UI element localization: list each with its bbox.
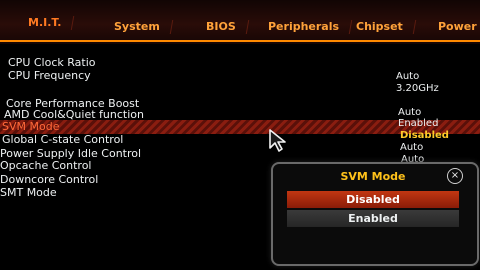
pointer-arrow-icon	[269, 129, 286, 152]
tab-bios[interactable]: BIOS	[194, 14, 248, 40]
popup-title: SVM Mode	[340, 170, 406, 183]
svm-mode-popup: SVM Mode × Disabled Enabled	[271, 162, 479, 266]
setting-smt-mode[interactable]: SMT Mode	[0, 186, 57, 199]
setting-label: Global C-state Control	[2, 133, 124, 146]
tab-system[interactable]: System	[102, 14, 172, 40]
setting-opcache-control[interactable]: Opcache Control	[0, 159, 91, 172]
setting-downcore-control[interactable]: Downcore Control	[0, 173, 98, 186]
setting-label: SMT Mode	[0, 186, 57, 199]
close-icon[interactable]: ×	[447, 168, 463, 184]
setting-cpu-clock-ratio[interactable]: CPU Clock Ratio	[8, 56, 95, 69]
tab-chipset[interactable]: Chipset	[344, 14, 415, 40]
option-disabled[interactable]: Disabled	[287, 191, 459, 208]
setting-label: SVM Mode	[2, 120, 60, 133]
option-enabled[interactable]: Enabled	[287, 210, 459, 227]
setting-label: CPU Frequency	[8, 69, 91, 82]
setting-label: Downcore Control	[0, 173, 99, 186]
cpu-frequency-readout: 3.20GHz	[396, 83, 439, 94]
tab-peripherals[interactable]: Peripherals	[256, 14, 352, 40]
setting-label: CPU Clock Ratio	[8, 56, 96, 69]
setting-label: Opcache Control	[0, 159, 92, 172]
tab-mit[interactable]: M.I.T.	[16, 10, 74, 36]
top-tab-bar: M.I.T. System BIOS Peripherals Chipset P…	[0, 0, 480, 44]
tab-power[interactable]: Power	[426, 14, 480, 40]
setting-cpu-frequency[interactable]: CPU Frequency	[8, 69, 91, 82]
setting-global-c-state-control[interactable]: Global C-state Control	[2, 133, 123, 146]
tab-bar-divider	[0, 40, 480, 42]
